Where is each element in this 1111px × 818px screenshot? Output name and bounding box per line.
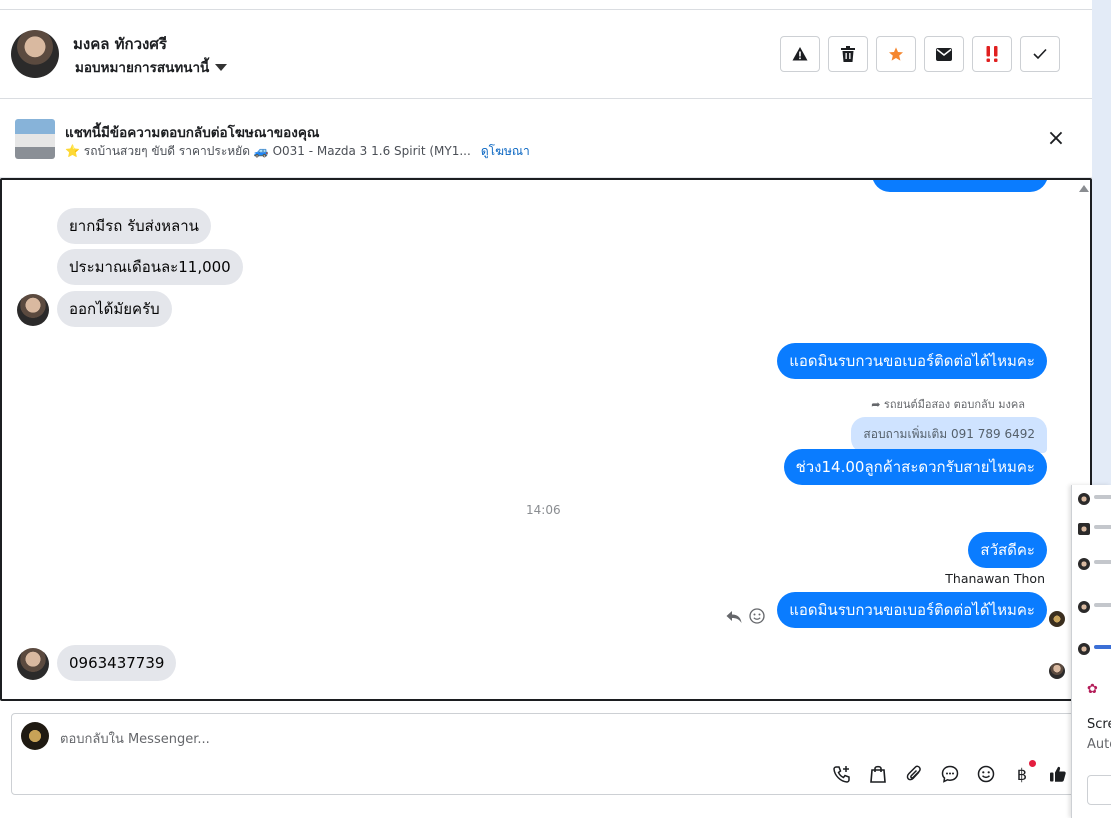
mini-chat-row[interactable] [1078, 493, 1111, 507]
mini-avatar [1078, 558, 1090, 570]
mini-avatar [1078, 643, 1090, 655]
paperclip-icon [906, 765, 921, 781]
app-logo-icon: ✿ [1087, 682, 1098, 697]
baht-icon: ฿ [1016, 764, 1028, 784]
quoted-message[interactable]: สอบถามเพิ่มเติม 091 789 6492 [851, 417, 1047, 453]
page-avatar [21, 722, 49, 750]
mini-text [1094, 560, 1111, 564]
notification-dot [1029, 760, 1036, 767]
seen-avatar [1049, 663, 1065, 679]
reply-icon[interactable] [726, 610, 742, 624]
conversation-header: มงคล ทักวงศรี มอบหมายการสนทนานี้ [0, 10, 1092, 99]
assign-conversation-dropdown[interactable]: มอบหมายการสนทนานี้ [75, 56, 228, 78]
scroll-up-arrow-icon[interactable] [1079, 185, 1089, 192]
message-bubble-outgoing[interactable]: แอดมินรบกวนขอเบอร์ติดต่อได้ไหมคะ [777, 343, 1047, 379]
mark-spam-button[interactable] [780, 36, 820, 72]
mini-text [1094, 495, 1111, 499]
contact-avatar[interactable] [11, 30, 59, 78]
warning-icon [792, 47, 808, 61]
top-strip [0, 0, 1092, 10]
ad-description: ⭐ รถบ้านสวยๆ ขับดี ราคาประหยัด 🚙 O031 - … [65, 144, 471, 158]
message-bubble-incoming[interactable]: ยากมีรถ รับส่งหลาน [57, 208, 211, 244]
call-button[interactable] [830, 762, 854, 786]
header-actions [780, 36, 1060, 72]
mini-text [1094, 603, 1111, 607]
read-receipt-avatar [1049, 611, 1065, 627]
close-icon[interactable]: × [1046, 128, 1066, 150]
popup-subtitle: Auto [1087, 737, 1111, 752]
priority-button[interactable] [972, 36, 1012, 72]
trash-icon [841, 46, 855, 62]
assign-label: มอบหมายการสนทนานี้ [75, 60, 210, 76]
mini-avatar [1078, 523, 1090, 535]
message-thread[interactable]: ยากมีรถ รับส่งหลาน ประมาณเดือนละ11,000 อ… [0, 178, 1092, 701]
chat-bubble-icon [941, 765, 959, 783]
payment-button[interactable]: ฿ [1010, 760, 1036, 786]
star-icon [889, 47, 903, 61]
contact-name[interactable]: มงคล ทักวงศรี [73, 32, 167, 56]
popup-title: Scre [1087, 717, 1111, 732]
emoji-button[interactable] [974, 762, 998, 786]
reply-context: ➦ รถยนต์มือสอง ตอบกลับ มงคล [871, 398, 1025, 411]
phone-plus-icon [833, 766, 850, 783]
message-bubble-incoming[interactable]: ประมาณเดือนละ11,000 [57, 249, 243, 285]
check-icon [1033, 48, 1047, 60]
mini-avatar [1078, 601, 1090, 613]
composer-tools: ฿ [830, 760, 1070, 786]
mini-text [1094, 645, 1111, 649]
contact-avatar-small [17, 294, 49, 326]
contact-avatar-small [17, 648, 49, 680]
sender-name: Thanawan Thon [945, 571, 1045, 586]
delete-button[interactable] [828, 36, 868, 72]
mini-chat-row[interactable] [1078, 601, 1111, 615]
shop-button[interactable] [866, 762, 890, 786]
shopping-bag-icon [870, 765, 886, 783]
mark-done-button[interactable] [1020, 36, 1060, 72]
message-bubble-partial [872, 180, 1048, 192]
mini-chat-row[interactable] [1078, 558, 1111, 572]
saved-replies-button[interactable] [938, 762, 962, 786]
floating-chat-preview[interactable]: ✿ Scre Auto [1071, 485, 1111, 818]
message-bubble-outgoing[interactable]: แอดมินรบกวนขอเบอร์ติดต่อได้ไหมคะ [777, 592, 1047, 628]
message-input[interactable]: ตอบกลับใน Messenger... [60, 728, 210, 749]
conversation-panel: มงคล ทักวงศรี มอบหมายการสนทนานี้ แชทนี้ม… [0, 0, 1092, 818]
envelope-icon [936, 47, 952, 61]
message-bubble-incoming[interactable]: 0963437739 [57, 645, 177, 681]
mini-chat-row[interactable] [1078, 523, 1111, 537]
ad-thumbnail [15, 119, 55, 159]
mark-unread-button[interactable] [924, 36, 964, 72]
exclamation-icon [986, 46, 998, 62]
ad-banner-subtitle: ⭐ รถบ้านสวยๆ ขับดี ราคาประหยัด 🚙 O031 - … [65, 142, 530, 161]
message-bubble-incoming[interactable]: ออกได้มัยครับ [57, 291, 172, 327]
reply-composer: ตอบกลับใน Messenger... ฿ [11, 713, 1091, 795]
message-bubble-outgoing[interactable]: สวัสดีคะ [968, 532, 1047, 568]
mini-avatar [1078, 493, 1090, 505]
ad-reply-banner: แชทนี้มีข้อความตอบกลับต่อโฆษณาของคุณ ⭐ ร… [0, 100, 1092, 178]
message-timestamp: 14:06 [526, 503, 561, 517]
ad-banner-title: แชทนี้มีข้อความตอบกลับต่อโฆษณาของคุณ [65, 125, 320, 141]
mini-chat-row[interactable] [1078, 643, 1111, 657]
thumbs-up-icon [1050, 766, 1066, 782]
star-button[interactable] [876, 36, 916, 72]
emoji-icon [977, 765, 995, 783]
popup-button[interactable] [1087, 775, 1111, 805]
view-ad-link[interactable]: ดูโฆษณา [481, 142, 530, 161]
message-bubble-outgoing[interactable]: ช่วง14.00ลูกค้าสะดวกรับสายไหมคะ [783, 449, 1047, 485]
mini-text [1094, 525, 1111, 529]
caret-down-icon [215, 63, 228, 71]
like-button[interactable] [1046, 762, 1070, 786]
attach-button[interactable] [902, 762, 926, 786]
emoji-reaction-icon[interactable] [749, 608, 765, 624]
